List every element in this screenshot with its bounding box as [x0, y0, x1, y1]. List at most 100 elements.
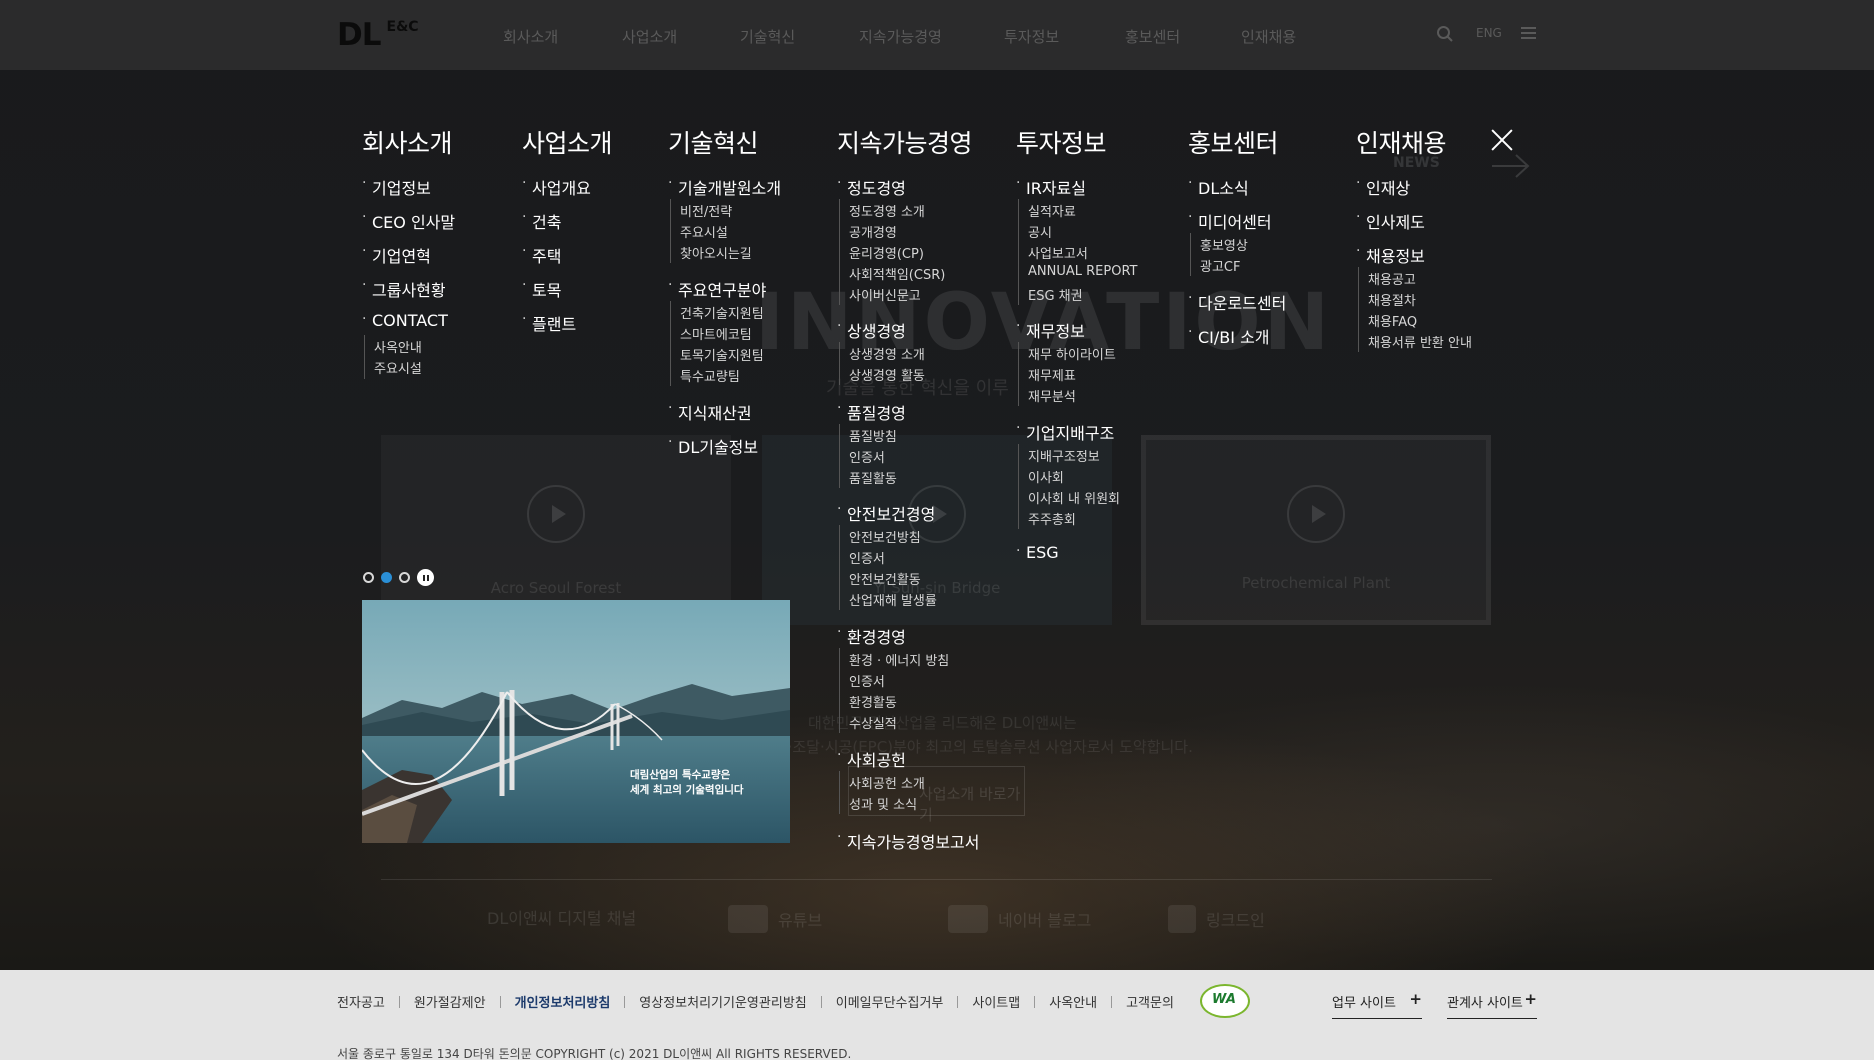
- menu-title[interactable]: 홍보센터: [1188, 124, 1279, 160]
- submenu-item[interactable]: 공개경영: [849, 222, 897, 241]
- menu-item[interactable]: CONTACT: [362, 311, 448, 330]
- menu-item[interactable]: 안전보건경영: [837, 501, 935, 525]
- submenu-item[interactable]: 환경활동: [849, 692, 897, 711]
- submenu-item[interactable]: 성과 및 소식: [849, 794, 917, 813]
- footer-link-privacy[interactable]: 개인정보처리방침: [515, 992, 611, 1011]
- web-accessibility-badge[interactable]: WA: [1200, 984, 1250, 1018]
- submenu-item[interactable]: 찾아오시는길: [680, 243, 752, 262]
- submenu-item[interactable]: 사업보고서: [1028, 243, 1088, 262]
- submenu-item[interactable]: 주주총회: [1028, 509, 1076, 528]
- submenu-item[interactable]: 수상실적: [849, 713, 897, 732]
- footer-link[interactable]: 영상정보처리기기운영관리방침: [639, 992, 806, 1011]
- submenu-item[interactable]: 윤리경영(CP): [849, 243, 924, 262]
- submenu-item[interactable]: 스마트에코팀: [680, 324, 752, 343]
- submenu-item[interactable]: 상생경영 소개: [849, 344, 925, 363]
- submenu-item[interactable]: 건축기술지원팀: [680, 303, 764, 322]
- slider-dot[interactable]: [363, 572, 374, 583]
- submenu-item[interactable]: 상생경영 활동: [849, 365, 925, 384]
- submenu-item[interactable]: 품질활동: [849, 468, 897, 487]
- menu-item[interactable]: 환경경영: [837, 624, 906, 648]
- submenu-item[interactable]: 인증서: [849, 671, 885, 690]
- submenu-item[interactable]: 실적자료: [1028, 201, 1076, 220]
- menu-item[interactable]: 미디어센터: [1188, 209, 1272, 233]
- footer-link[interactable]: 사옥안내: [1049, 992, 1097, 1011]
- footer-link[interactable]: 이메일무단수집거부: [836, 992, 944, 1011]
- submenu-item[interactable]: ESG 채권: [1028, 285, 1083, 304]
- submenu-item[interactable]: 사회공헌 소개: [849, 773, 925, 792]
- affiliate-site-select[interactable]: 관계사 사이트 +: [1447, 990, 1537, 1019]
- submenu-item[interactable]: 채용FAQ: [1368, 311, 1417, 330]
- submenu-item[interactable]: 재무분석: [1028, 386, 1076, 405]
- logo[interactable]: DL E&C: [337, 19, 419, 51]
- language-toggle[interactable]: ENG: [1476, 26, 1502, 40]
- menu-item[interactable]: 기업지배구조: [1016, 420, 1114, 444]
- submenu-item[interactable]: 광고CF: [1200, 256, 1240, 275]
- menu-item[interactable]: 지속가능경영보고서: [837, 829, 980, 853]
- submenu-item[interactable]: 안전보건방침: [849, 527, 921, 546]
- menu-item[interactable]: 주택: [522, 243, 562, 267]
- submenu-item[interactable]: 재무 하이라이트: [1028, 344, 1116, 363]
- menu-item[interactable]: 사회공헌: [837, 747, 906, 771]
- submenu-item[interactable]: 채용서류 반환 안내: [1368, 332, 1472, 351]
- nav-business[interactable]: 사업소개: [622, 26, 677, 47]
- menu-title[interactable]: 인재채용: [1356, 124, 1447, 160]
- menu-title[interactable]: 회사소개: [362, 124, 453, 160]
- submenu-item[interactable]: 주요시설: [374, 358, 422, 377]
- menu-item[interactable]: 주요연구분야: [668, 277, 766, 301]
- footer-link[interactable]: 사이트맵: [972, 992, 1020, 1011]
- submenu-item[interactable]: 사회적책임(CSR): [849, 264, 945, 283]
- submenu-item[interactable]: 공시: [1028, 222, 1052, 241]
- submenu-item[interactable]: 사이버신문고: [849, 285, 921, 304]
- nav-sustainability[interactable]: 지속가능경영: [859, 26, 942, 47]
- menu-item[interactable]: 인사제도: [1356, 209, 1425, 233]
- submenu-item[interactable]: 안전보건활동: [849, 569, 921, 588]
- submenu-item[interactable]: 사옥안내: [374, 337, 422, 356]
- menu-item[interactable]: 채용정보: [1356, 243, 1425, 267]
- menu-item[interactable]: CEO 인사말: [362, 209, 455, 233]
- footer-link[interactable]: 고객문의: [1126, 992, 1174, 1011]
- menu-item[interactable]: 지식재산권: [668, 400, 752, 424]
- submenu-item[interactable]: 재무제표: [1028, 365, 1076, 384]
- slider-dot-active[interactable]: [381, 572, 392, 583]
- footer-link[interactable]: 전자공고: [337, 992, 385, 1011]
- nav-ir[interactable]: 투자정보: [1004, 26, 1059, 47]
- menu-title[interactable]: 기술혁신: [668, 124, 759, 160]
- submenu-item[interactable]: 채용절차: [1368, 290, 1416, 309]
- menu-item[interactable]: 그룹사현황: [362, 277, 446, 301]
- nav-recruit[interactable]: 인재채용: [1241, 26, 1296, 47]
- business-site-select[interactable]: 업무 사이트 +: [1332, 990, 1422, 1019]
- submenu-item[interactable]: 토목기술지원팀: [680, 345, 764, 364]
- hamburger-menu-icon[interactable]: [1521, 27, 1536, 40]
- menu-item[interactable]: 인재상: [1356, 175, 1410, 199]
- submenu-item[interactable]: 인증서: [849, 548, 885, 567]
- menu-item[interactable]: 상생경영: [837, 318, 906, 342]
- pause-icon[interactable]: [417, 569, 434, 586]
- submenu-item[interactable]: 채용공고: [1368, 269, 1416, 288]
- nav-company[interactable]: 회사소개: [503, 26, 558, 47]
- menu-item[interactable]: DL기술정보: [668, 434, 758, 458]
- menu-item[interactable]: IR자료실: [1016, 175, 1086, 199]
- submenu-item[interactable]: 이사회 내 위원회: [1028, 488, 1120, 507]
- menu-item[interactable]: 다운로드센터: [1188, 290, 1286, 314]
- close-icon[interactable]: [1490, 128, 1514, 152]
- menu-item[interactable]: 기업연혁: [362, 243, 431, 267]
- promo-banner-image[interactable]: 대림산업의 특수교량은 세계 최고의 기술력입니다: [362, 600, 790, 843]
- menu-title[interactable]: 지속가능경영: [837, 124, 973, 160]
- submenu-item[interactable]: 산업재해 발생률: [849, 590, 937, 609]
- submenu-item[interactable]: 품질방침: [849, 426, 897, 445]
- menu-item[interactable]: 기업정보: [362, 175, 431, 199]
- submenu-item[interactable]: 특수교량팀: [680, 366, 740, 385]
- search-icon[interactable]: [1436, 25, 1454, 43]
- submenu-item[interactable]: 홍보영상: [1200, 235, 1248, 254]
- menu-item[interactable]: CI/BI 소개: [1188, 324, 1269, 348]
- footer-link[interactable]: 원가절감제안: [414, 992, 486, 1011]
- submenu-item[interactable]: 환경 · 에너지 방침: [849, 650, 949, 669]
- menu-item[interactable]: 플랜트: [522, 311, 576, 335]
- submenu-item[interactable]: 이사회: [1028, 467, 1064, 486]
- menu-item[interactable]: 재무정보: [1016, 318, 1085, 342]
- submenu-item[interactable]: ANNUAL REPORT: [1028, 264, 1137, 279]
- menu-item[interactable]: 토목: [522, 277, 562, 301]
- submenu-item[interactable]: 주요시설: [680, 222, 728, 241]
- submenu-item[interactable]: 지배구조정보: [1028, 446, 1100, 465]
- menu-item[interactable]: 정도경영: [837, 175, 906, 199]
